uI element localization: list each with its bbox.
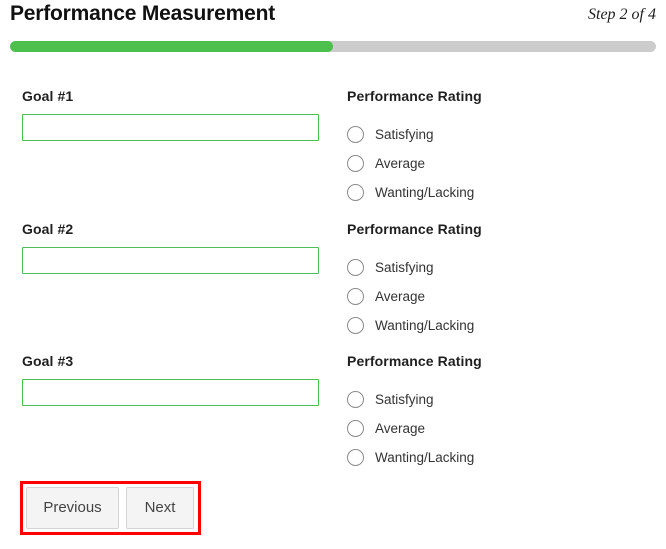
radio-circle-icon[interactable] bbox=[347, 184, 364, 201]
page-title: Performance Measurement bbox=[10, 2, 276, 25]
radio-option-average-3[interactable]: Average bbox=[347, 414, 647, 443]
radio-circle-icon[interactable] bbox=[347, 259, 364, 276]
radio-label: Wanting/Lacking bbox=[375, 318, 475, 333]
rating-group-2: Performance Rating Satisfying Average Wa… bbox=[347, 221, 647, 340]
goal-label-2: Goal #2 bbox=[22, 221, 74, 237]
radio-option-average-2[interactable]: Average bbox=[347, 282, 647, 311]
radio-option-average-1[interactable]: Average bbox=[347, 149, 647, 178]
goal-block-2: Goal #2 bbox=[22, 221, 319, 274]
radio-circle-icon[interactable] bbox=[347, 288, 364, 305]
progress-bar-fill bbox=[10, 41, 333, 52]
goal-input-1[interactable] bbox=[22, 114, 319, 141]
step-indicator: Step 2 of 4 bbox=[588, 6, 656, 23]
radio-option-satisfying-1[interactable]: Satisfying bbox=[347, 120, 647, 149]
next-button[interactable]: Next bbox=[126, 487, 194, 529]
radio-circle-icon[interactable] bbox=[347, 449, 364, 466]
page-header: Performance Measurement Step 2 of 4 bbox=[0, 0, 666, 36]
radio-circle-icon[interactable] bbox=[347, 155, 364, 172]
radio-label: Average bbox=[375, 156, 426, 171]
radio-label: Satisfying bbox=[375, 260, 434, 275]
goal-label-1: Goal #1 bbox=[22, 88, 74, 104]
navigation-buttons: Previous Next bbox=[26, 487, 194, 529]
rating-group-3: Performance Rating Satisfying Average Wa… bbox=[347, 353, 647, 472]
radio-label: Wanting/Lacking bbox=[375, 450, 475, 465]
goal-block-1: Goal #1 bbox=[22, 88, 319, 141]
rating-group-1: Performance Rating Satisfying Average Wa… bbox=[347, 88, 647, 207]
rating-title-2: Performance Rating bbox=[347, 221, 482, 237]
radio-option-wanting-lacking-3[interactable]: Wanting/Lacking bbox=[347, 443, 647, 472]
radio-label: Satisfying bbox=[375, 127, 434, 142]
radio-label: Average bbox=[375, 421, 426, 436]
goal-label-3: Goal #3 bbox=[22, 353, 74, 369]
radio-circle-icon[interactable] bbox=[347, 420, 364, 437]
radio-label: Wanting/Lacking bbox=[375, 185, 475, 200]
progress-bar-track bbox=[10, 41, 656, 52]
radio-circle-icon[interactable] bbox=[347, 317, 364, 334]
previous-button[interactable]: Previous bbox=[26, 487, 119, 529]
rating-title-3: Performance Rating bbox=[347, 353, 482, 369]
radio-option-satisfying-3[interactable]: Satisfying bbox=[347, 385, 647, 414]
radio-circle-icon[interactable] bbox=[347, 126, 364, 143]
rating-title-1: Performance Rating bbox=[347, 88, 482, 104]
goal-input-2[interactable] bbox=[22, 247, 319, 274]
radio-label: Average bbox=[375, 289, 426, 304]
goal-block-3: Goal #3 bbox=[22, 353, 319, 406]
goal-input-3[interactable] bbox=[22, 379, 319, 406]
radio-circle-icon[interactable] bbox=[347, 391, 364, 408]
radio-option-wanting-lacking-1[interactable]: Wanting/Lacking bbox=[347, 178, 647, 207]
radio-option-satisfying-2[interactable]: Satisfying bbox=[347, 253, 647, 282]
radio-option-wanting-lacking-2[interactable]: Wanting/Lacking bbox=[347, 311, 647, 340]
radio-label: Satisfying bbox=[375, 392, 434, 407]
